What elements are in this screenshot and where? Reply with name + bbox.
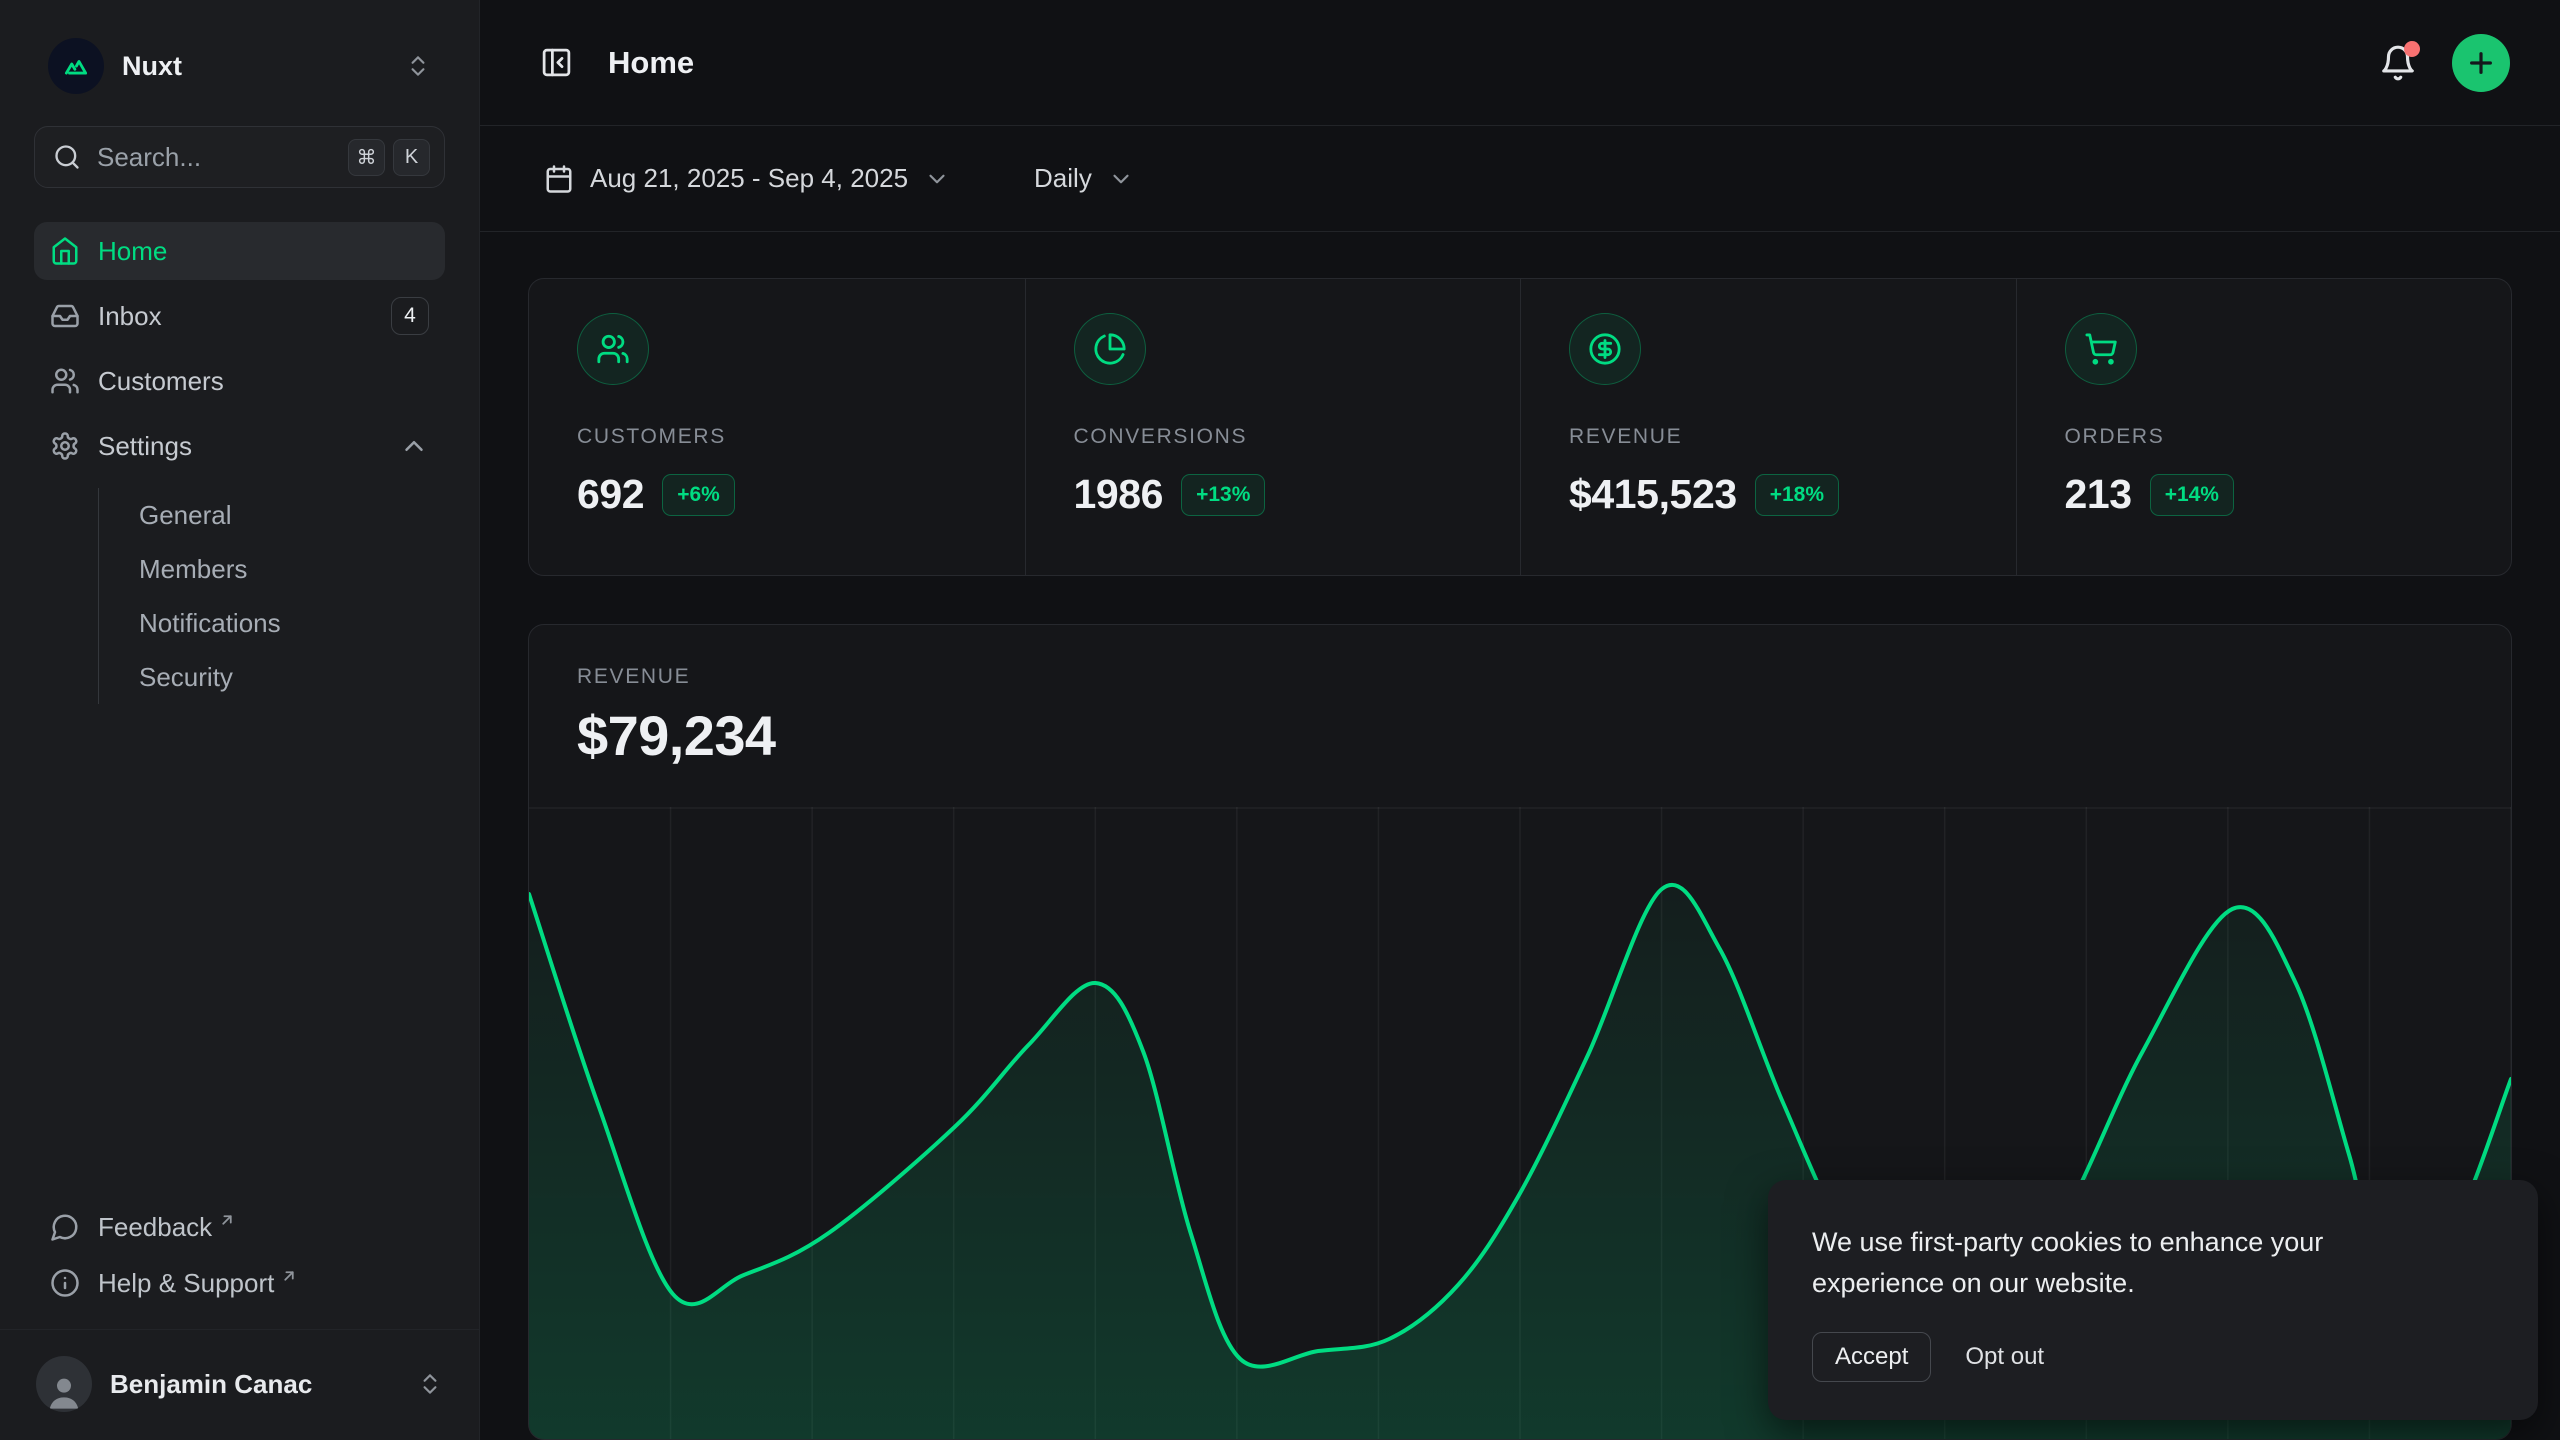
chevron-down-icon [924, 166, 950, 192]
stat-label: REVENUE [1569, 425, 1976, 449]
cart-icon [2065, 313, 2137, 385]
sub-item-label: Security [139, 662, 233, 693]
sidebar-item-members[interactable]: Members [99, 542, 445, 596]
stat-delta-badge: +6% [662, 474, 735, 516]
inbox-icon [50, 301, 80, 331]
sidebar: Nuxt ⌘ K Home Inbox 4 Customers [0, 0, 480, 1440]
sidebar-item-security[interactable]: Security [99, 650, 445, 704]
add-button[interactable] [2452, 34, 2510, 92]
stat-label: ORDERS [2065, 425, 2472, 449]
stat-value: 692 [577, 471, 644, 518]
search-input-wrapper[interactable]: ⌘ K [34, 126, 445, 188]
granularity-select[interactable]: Daily [1020, 151, 1148, 206]
kbd-cmd: ⌘ [348, 139, 385, 176]
cookie-message: We use first-party cookies to enhance yo… [1812, 1222, 2412, 1304]
chart-title: REVENUE [577, 665, 2463, 689]
toolbar: Aug 21, 2025 - Sep 4, 2025 Daily [480, 126, 2560, 232]
users-icon [50, 366, 80, 396]
help-support-link[interactable]: Help & Support [34, 1255, 445, 1311]
brand-name: Nuxt [122, 51, 405, 82]
info-circle-icon [50, 1268, 80, 1298]
home-icon [50, 236, 80, 266]
chevron-down-icon [1108, 166, 1134, 192]
nuxt-logo-icon [48, 38, 104, 94]
sidebar-item-home[interactable]: Home [34, 222, 445, 280]
stat-value: 213 [2065, 471, 2132, 518]
team-switcher-button[interactable]: Nuxt [34, 28, 445, 104]
sidebar-item-label: Home [98, 236, 429, 267]
stat-conversions[interactable]: CONVERSIONS 1986 +13% [1025, 279, 1521, 575]
sidebar-item-label: Customers [98, 366, 429, 397]
message-bubble-icon [50, 1212, 80, 1242]
gear-icon [50, 431, 80, 461]
stat-value: 1986 [1074, 471, 1164, 518]
user-menu-button[interactable]: Benjamin Canac [20, 1344, 459, 1424]
search-input[interactable] [97, 142, 340, 173]
users-icon [577, 313, 649, 385]
sub-item-label: General [139, 500, 232, 531]
cookie-banner: We use first-party cookies to enhance yo… [1768, 1180, 2538, 1420]
stat-value: $415,523 [1569, 471, 1737, 518]
external-link-arrow-icon [218, 1211, 236, 1229]
date-range-label: Aug 21, 2025 - Sep 4, 2025 [590, 163, 908, 194]
calendar-icon [544, 164, 574, 194]
sidebar-divider [0, 1329, 479, 1330]
pie-chart-icon [1074, 313, 1146, 385]
sub-item-label: Members [139, 554, 247, 585]
stat-label: CONVERSIONS [1074, 425, 1481, 449]
opt-out-button[interactable]: Opt out [1965, 1343, 2044, 1371]
footer-link-label: Help & Support [98, 1268, 274, 1299]
sidebar-item-inbox[interactable]: Inbox 4 [34, 287, 445, 345]
sidebar-item-settings[interactable]: Settings [34, 417, 445, 475]
chart-header: REVENUE $79,234 [529, 625, 2511, 768]
sub-item-label: Notifications [139, 608, 281, 639]
granularity-label: Daily [1034, 163, 1092, 194]
stat-delta-badge: +14% [2150, 474, 2234, 516]
cookie-actions: Accept Opt out [1812, 1332, 2494, 1382]
chevrons-up-down-icon [405, 53, 431, 79]
dollar-circle-icon [1569, 313, 1641, 385]
plus-icon [2465, 47, 2497, 79]
external-link-arrow-icon [280, 1267, 298, 1285]
settings-subtree: General Members Notifications Security [98, 488, 445, 704]
kbd-k: K [393, 139, 430, 176]
user-name: Benjamin Canac [110, 1369, 417, 1400]
stats-card: CUSTOMERS 692 +6% CONVERSIONS 1986 +13% [528, 278, 2512, 576]
sidebar-item-customers[interactable]: Customers [34, 352, 445, 410]
stat-label: CUSTOMERS [577, 425, 985, 449]
chevrons-up-down-icon [417, 1371, 443, 1397]
search-icon [53, 143, 81, 171]
stat-delta-badge: +18% [1755, 474, 1839, 516]
sidebar-item-label: Inbox [98, 301, 391, 332]
notifications-button[interactable] [2370, 35, 2426, 91]
avatar [36, 1356, 92, 1412]
inbox-count-badge: 4 [391, 297, 429, 335]
chart-current-value: $79,234 [577, 703, 2463, 768]
sidebar-spacer [0, 704, 479, 1199]
panel-left-icon [540, 46, 573, 79]
sidebar-item-label: Settings [98, 431, 399, 462]
accept-button[interactable]: Accept [1812, 1332, 1931, 1382]
feedback-link[interactable]: Feedback [34, 1199, 445, 1255]
sidebar-collapse-button[interactable] [530, 37, 582, 89]
page-title: Home [608, 45, 2370, 81]
sidebar-item-general[interactable]: General [99, 488, 445, 542]
stat-delta-badge: +13% [1181, 474, 1265, 516]
footer-link-label: Feedback [98, 1212, 212, 1243]
stat-customers[interactable]: CUSTOMERS 692 +6% [529, 279, 1025, 575]
page-header: Home [480, 0, 2560, 126]
chevron-up-icon [399, 431, 429, 461]
stat-orders[interactable]: ORDERS 213 +14% [2016, 279, 2512, 575]
sidebar-nav: Home Inbox 4 Customers Settings General … [0, 222, 479, 704]
notification-dot [2404, 41, 2420, 57]
stat-revenue[interactable]: REVENUE $415,523 +18% [1520, 279, 2016, 575]
sidebar-item-notifications[interactable]: Notifications [99, 596, 445, 650]
date-range-button[interactable]: Aug 21, 2025 - Sep 4, 2025 [530, 151, 964, 206]
